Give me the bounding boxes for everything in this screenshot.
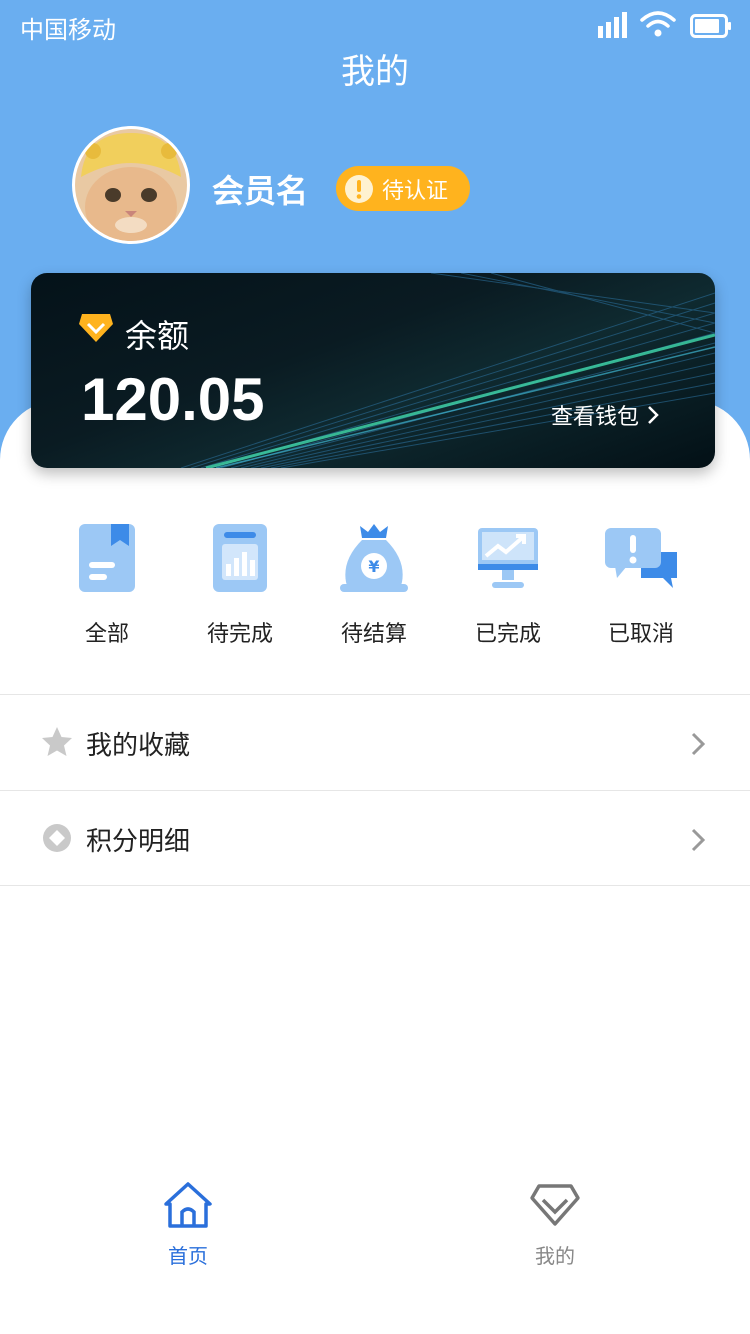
diamond-icon [79,314,113,342]
carrier-label: 中国移动 [20,16,116,44]
badge-label: 待认证 [382,178,449,204]
menu-item-favorites[interactable]: 我的收藏 [0,694,750,790]
verification-badge[interactable]: 待认证 [336,166,470,211]
menu-item-points[interactable]: 积分明细 [0,790,750,886]
chat-alert-icon [605,528,677,588]
order-completed-label: 已完成 [474,622,541,647]
view-wallet-link[interactable]: 查看钱包 [551,399,659,431]
clipboard-chart-icon [213,524,267,592]
star-icon [42,727,72,756]
tab-mine[interactable]: 我的 [495,1180,615,1269]
wallet-card: 余额 120.05 查看钱包 [31,273,715,468]
order-completed[interactable]: 已完成 [448,520,568,648]
home-icon [164,1182,212,1228]
balance-amount: 120.05 [81,366,265,433]
tab-home-label: 首页 [168,1244,208,1268]
tab-bar: 首页 我的 [0,1180,750,1280]
tab-mine-label: 我的 [535,1244,575,1268]
diamond-icon [530,1184,580,1226]
battery-icon [690,14,731,38]
avatar[interactable] [72,126,190,244]
menu-item-points-label: 积分明细 [86,827,191,857]
order-cancelled-label: 已取消 [607,622,674,647]
order-all-label: 全部 [84,622,129,647]
order-cancelled[interactable]: 已取消 [581,520,701,648]
member-name: 会员名 [212,172,309,210]
chevron-right-icon [691,828,706,852]
tab-home[interactable]: 首页 [128,1180,248,1269]
order-pending-label: 待完成 [206,622,273,647]
chevron-right-icon [648,406,659,424]
order-pending[interactable]: 待完成 [180,520,300,648]
view-wallet-label: 查看钱包 [551,405,640,430]
page-title: 我的 [341,52,409,92]
monitor-trend-icon [478,528,538,588]
warning-icon [345,174,373,203]
order-all[interactable]: 全部 [47,520,167,648]
svg-text:¥: ¥ [368,557,379,576]
balance-label: 余额 [125,317,190,355]
cat-avatar-image [75,129,187,241]
order-to-settle-label: 待结算 [340,622,407,647]
wifi-icon [640,11,676,37]
money-bag-icon: ¥ [340,524,408,592]
menu-list: 我的收藏 积分明细 [0,694,750,886]
chevron-right-icon [691,732,706,756]
signal-icon [598,12,627,38]
book-icon [79,524,135,592]
order-to-settle[interactable]: ¥ 待结算 [314,520,434,648]
menu-item-favorites-label: 我的收藏 [86,731,191,761]
order-status-grid: 全部 待完成 ¥ 待结算 已完成 已取消 [0,520,750,647]
points-icon [43,824,71,852]
